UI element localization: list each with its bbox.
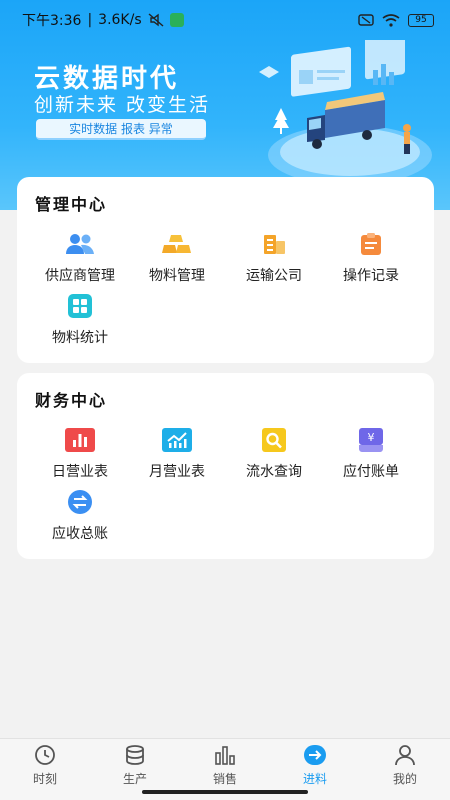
receivable-ledger-button[interactable]: 应收总账: [31, 489, 129, 543]
transaction-query-button[interactable]: 流水查询: [225, 427, 323, 481]
search-doc-icon: [259, 427, 289, 453]
clipboard-icon: [356, 231, 386, 257]
wifi-icon: [382, 13, 400, 27]
accounts-payable-label: 应付账单: [343, 464, 399, 480]
material-statistics-label: 物料统计: [52, 330, 108, 346]
status-bar: 下午3:36 | 3.6K/s 95: [0, 0, 450, 40]
user-icon: [393, 744, 417, 766]
accounts-payable-button[interactable]: ¥ 应付账单: [322, 427, 420, 481]
monthly-report-label: 月营业表: [149, 464, 205, 480]
tab-moment-label: 时刻: [32, 772, 57, 786]
transport-company-button[interactable]: 运输公司: [225, 231, 323, 285]
bar-chart-icon: [65, 427, 95, 453]
transaction-query-label: 流水查询: [246, 464, 302, 480]
operation-log-label: 操作记录: [343, 268, 399, 284]
supplier-management-label: 供应商管理: [45, 268, 115, 284]
bar-icon: [213, 744, 237, 766]
daily-report-label: 日营业表: [52, 464, 108, 480]
receivable-ledger-label: 应收总账: [52, 526, 108, 542]
tab-mine-label: 我的: [392, 772, 417, 786]
tab-moment[interactable]: 时刻: [0, 739, 90, 800]
management-title: 管理中心: [35, 195, 108, 214]
sim-off-icon: [358, 14, 374, 26]
banner-subtitle: 创新未来 改变生活: [34, 94, 211, 116]
home-indicator[interactable]: [142, 790, 308, 794]
transport-company-label: 运输公司: [246, 268, 302, 284]
gold-bars-icon: [162, 231, 192, 257]
daily-report-button[interactable]: 日营业表: [31, 427, 129, 481]
building-icon: [259, 231, 289, 257]
monthly-report-button[interactable]: 月营业表: [128, 427, 226, 481]
yen-tray-icon: ¥: [356, 427, 386, 453]
material-statistics-button[interactable]: 物料统计: [31, 293, 129, 347]
supplier-management-button[interactable]: 供应商管理: [31, 231, 129, 285]
material-management-label: 物料管理: [149, 268, 205, 284]
exchange-icon: [65, 489, 95, 515]
tab-incoming-label: 进料: [302, 772, 327, 786]
finance-title: 财务中心: [35, 391, 108, 410]
management-card: 管理中心 供应商管理 物料管理 运输公司 操作记录 物料统计: [17, 177, 434, 363]
status-time: 下午3:36: [22, 13, 82, 29]
battery-icon: 95: [408, 13, 434, 27]
app-notification-icon: [169, 13, 184, 27]
svg-text:¥: ¥: [368, 431, 375, 444]
status-divider: |: [87, 12, 93, 28]
material-management-button[interactable]: 物料管理: [128, 231, 226, 285]
arrow-circle-icon: [303, 744, 327, 766]
finance-card: 财务中心 日营业表 月营业表 流水查询 ¥ 应付账单 应收总账: [17, 373, 434, 559]
tab-production-label: 生产: [122, 772, 147, 786]
tab-sales-label: 销售: [212, 772, 237, 786]
operation-log-button[interactable]: 操作记录: [322, 231, 420, 285]
people-icon: [65, 231, 95, 257]
mute-icon: [148, 13, 164, 27]
banner-tag: 实时数据 报表 异常: [36, 119, 206, 140]
database-icon: [123, 744, 147, 766]
truck-illustration: [259, 40, 432, 185]
grid-icon: [65, 293, 95, 319]
status-speed: 3.6K/s: [98, 12, 142, 28]
clock-icon: [33, 744, 57, 766]
tab-mine[interactable]: 我的: [360, 739, 450, 800]
trend-chart-icon: [162, 427, 192, 453]
